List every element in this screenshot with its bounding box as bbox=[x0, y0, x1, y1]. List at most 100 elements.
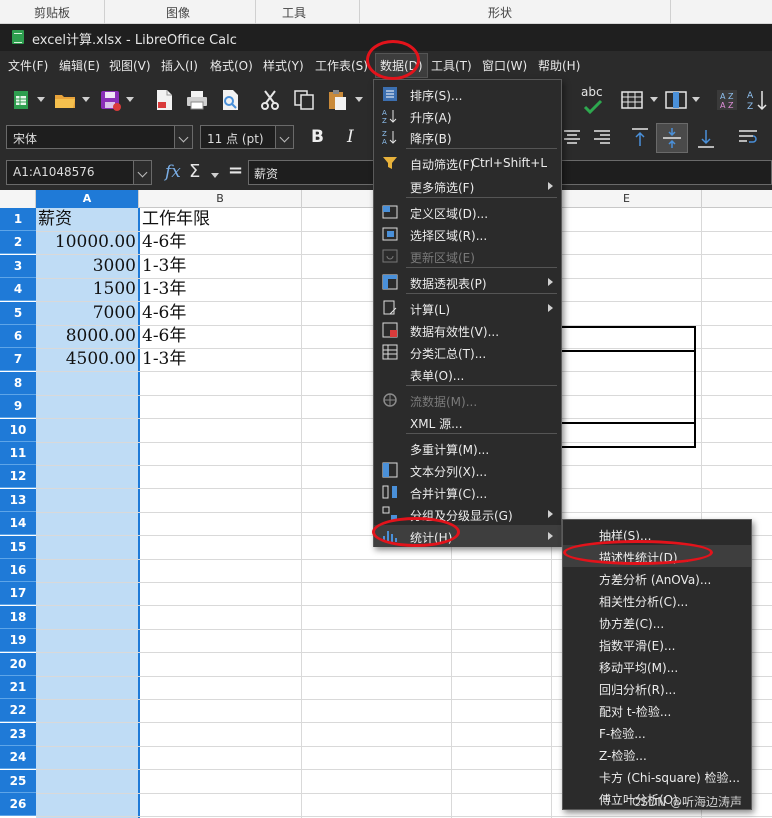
italic-button[interactable]: I bbox=[347, 127, 354, 147]
column-header-e[interactable]: E bbox=[552, 190, 702, 208]
row-header[interactable]: 10 bbox=[0, 419, 36, 442]
cell-b[interactable]: 4-6年 bbox=[142, 231, 186, 254]
sum-icon[interactable]: Σ bbox=[189, 161, 200, 182]
column-header-a[interactable]: A bbox=[36, 190, 139, 208]
data-menu-item[interactable]: 数据有效性(V)... bbox=[374, 319, 561, 341]
table-grid-icon[interactable] bbox=[620, 88, 644, 112]
chevron-down-icon[interactable] bbox=[126, 97, 134, 102]
menu-tools[interactable]: 工具(T) bbox=[431, 57, 472, 74]
row-header[interactable]: 13 bbox=[0, 489, 36, 512]
function-wizard-icon[interactable]: fx bbox=[165, 162, 181, 182]
data-menu-item[interactable]: 流数据(M)... bbox=[374, 389, 561, 411]
row-header[interactable]: 15 bbox=[0, 536, 36, 559]
menu-help[interactable]: 帮助(H) bbox=[538, 57, 580, 74]
row-header[interactable]: 5 bbox=[0, 302, 36, 325]
export-pdf-icon[interactable] bbox=[152, 88, 176, 112]
menu-edit[interactable]: 编辑(E) bbox=[59, 57, 100, 74]
menu-insert[interactable]: 插入(I) bbox=[161, 57, 198, 74]
chevron-down-icon[interactable] bbox=[37, 97, 45, 102]
statistics-menu-item[interactable]: Z-检验... bbox=[563, 743, 751, 765]
data-menu-item[interactable]: 表单(O)... bbox=[374, 363, 561, 385]
statistics-menu-item[interactable]: 配对 t-检验... bbox=[563, 699, 751, 721]
cell-a[interactable]: 3000 bbox=[36, 255, 136, 278]
data-menu-item[interactable]: 选择区域(R)... bbox=[374, 223, 561, 245]
align-right-icon[interactable] bbox=[590, 126, 614, 150]
select-all-corner[interactable] bbox=[0, 190, 36, 208]
row-header[interactable]: 17 bbox=[0, 582, 36, 605]
cell-b[interactable]: 4-6年 bbox=[142, 325, 186, 348]
data-menu-item[interactable]: 更多筛选(F) bbox=[374, 175, 561, 197]
align-top-icon[interactable] bbox=[628, 126, 652, 150]
cell-b[interactable]: 工作年限 bbox=[142, 208, 210, 231]
row-header[interactable]: 21 bbox=[0, 676, 36, 699]
row-header[interactable]: 7 bbox=[0, 348, 36, 371]
open-folder-icon[interactable] bbox=[53, 88, 77, 112]
statistics-menu-item[interactable]: 回归分析(R)... bbox=[563, 677, 751, 699]
statistics-menu-item[interactable]: 指数平滑(E)... bbox=[563, 633, 751, 655]
row-header[interactable]: 9 bbox=[0, 395, 36, 418]
chevron-down-icon[interactable] bbox=[82, 97, 90, 102]
menu-sheet[interactable]: 工作表(S) bbox=[315, 57, 368, 74]
data-menu-item[interactable]: XML 源... bbox=[374, 411, 561, 433]
row-header[interactable]: 8 bbox=[0, 372, 36, 395]
row-header[interactable]: 11 bbox=[0, 442, 36, 465]
data-menu-item[interactable]: 数据透视表(P) bbox=[374, 271, 561, 293]
row-header[interactable]: 22 bbox=[0, 699, 36, 722]
cell-b[interactable]: 1-3年 bbox=[142, 348, 186, 371]
data-menu-item[interactable]: 更新区域(E) bbox=[374, 245, 561, 267]
formula-icon[interactable]: = bbox=[228, 160, 243, 181]
align-middle-button[interactable] bbox=[656, 123, 688, 153]
row-header[interactable]: 20 bbox=[0, 653, 36, 676]
statistics-menu-item[interactable]: 协方差(C)... bbox=[563, 611, 751, 633]
row-header[interactable]: 25 bbox=[0, 770, 36, 793]
row-header[interactable]: 24 bbox=[0, 746, 36, 769]
menu-window[interactable]: 窗口(W) bbox=[482, 57, 527, 74]
data-menu-item[interactable]: 文本分列(X)... bbox=[374, 459, 561, 481]
print-icon[interactable] bbox=[185, 88, 209, 112]
chevron-down-icon[interactable] bbox=[692, 97, 700, 102]
data-menu-item[interactable]: 计算(L) bbox=[374, 297, 561, 319]
data-menu-item[interactable]: 多重计算(M)... bbox=[374, 437, 561, 459]
save-icon[interactable] bbox=[98, 88, 122, 112]
row-header[interactable]: 12 bbox=[0, 465, 36, 488]
menu-format[interactable]: 格式(O) bbox=[210, 57, 253, 74]
copy-icon[interactable] bbox=[292, 88, 316, 112]
data-menu-item[interactable]: 排序(S)... bbox=[374, 83, 561, 105]
statistics-menu-item[interactable]: 移动平均(M)... bbox=[563, 655, 751, 677]
statistics-menu-item[interactable]: F-检验... bbox=[563, 721, 751, 743]
name-box[interactable]: A1:A1048576 bbox=[6, 160, 152, 185]
bold-button[interactable]: B bbox=[311, 127, 324, 147]
data-menu-item[interactable]: 定义区域(D)... bbox=[374, 201, 561, 223]
sort-ascending-icon[interactable]: AZ bbox=[745, 88, 769, 112]
row-header[interactable]: 6 bbox=[0, 325, 36, 348]
chevron-down-icon[interactable] bbox=[211, 173, 219, 178]
chevron-down-icon[interactable] bbox=[174, 126, 192, 148]
chevron-down-icon[interactable] bbox=[355, 97, 363, 102]
cell-b[interactable]: 1-3年 bbox=[142, 255, 186, 278]
cell-a[interactable]: 10000.00 bbox=[36, 231, 136, 254]
cell-a[interactable]: 8000.00 bbox=[36, 325, 136, 348]
sort-az-icon[interactable]: A ZA Z bbox=[715, 88, 739, 112]
data-menu-item[interactable]: A Z 升序(A) bbox=[374, 105, 561, 127]
row-header[interactable]: 1 bbox=[0, 208, 36, 231]
cell-a[interactable]: 4500.00 bbox=[36, 348, 136, 371]
chevron-down-icon[interactable] bbox=[650, 97, 658, 102]
cut-icon[interactable] bbox=[258, 88, 282, 112]
menu-styles[interactable]: 样式(Y) bbox=[263, 57, 304, 74]
row-header[interactable]: 16 bbox=[0, 559, 36, 582]
statistics-menu-item[interactable]: 方差分析 (AnOVa)... bbox=[563, 567, 751, 589]
data-menu-item[interactable]: 分类汇总(T)... bbox=[374, 341, 561, 363]
row-header[interactable]: 4 bbox=[0, 278, 36, 301]
row-header[interactable]: 3 bbox=[0, 255, 36, 278]
insert-columns-icon[interactable] bbox=[664, 88, 688, 112]
column-header-b[interactable]: B bbox=[139, 190, 302, 208]
new-document-icon[interactable] bbox=[10, 88, 34, 112]
row-header[interactable]: 18 bbox=[0, 606, 36, 629]
chevron-down-icon[interactable] bbox=[275, 126, 293, 148]
align-center-icon[interactable] bbox=[560, 126, 584, 150]
print-preview-icon[interactable] bbox=[218, 88, 242, 112]
cell-a[interactable]: 薪资 bbox=[38, 208, 72, 231]
align-bottom-icon[interactable] bbox=[694, 126, 718, 150]
row-header[interactable]: 2 bbox=[0, 231, 36, 254]
font-size-combo[interactable]: 11 点 (pt) bbox=[200, 125, 294, 149]
